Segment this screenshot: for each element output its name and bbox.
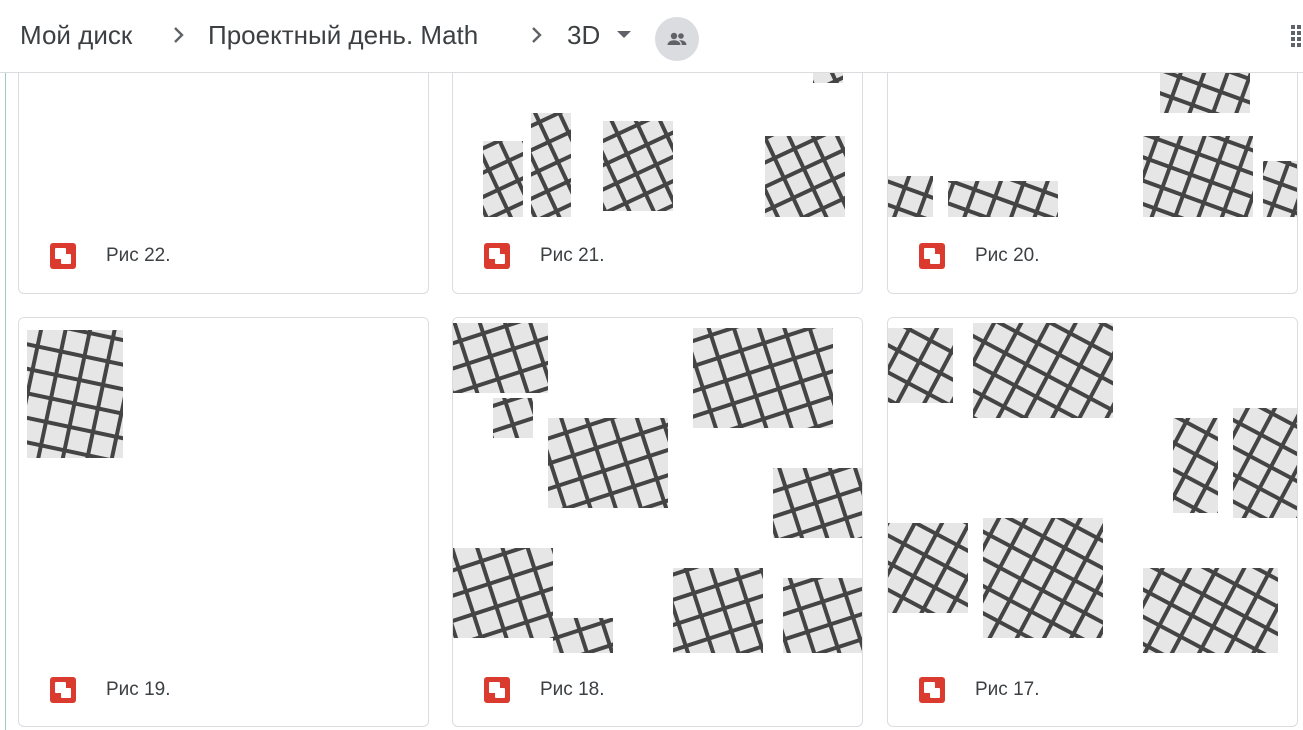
breadcrumb-item-project-day[interactable]: Проектный день. Math — [208, 18, 478, 52]
file-card[interactable]: Рис 18. — [452, 317, 863, 727]
breadcrumb: Мой диск Проектный день. Math 3D — [0, 0, 1303, 73]
file-thumbnail — [19, 318, 428, 653]
file-card[interactable]: Рис 19. — [18, 317, 429, 727]
image-file-icon — [484, 677, 510, 703]
image-file-icon — [919, 243, 945, 269]
cube-figures-image — [27, 330, 123, 458]
file-name: Рис 17. — [975, 679, 1040, 700]
file-card[interactable]: Рис 17. — [887, 317, 1298, 727]
file-thumbnail — [453, 318, 862, 653]
cube-figures-image — [888, 323, 1297, 653]
cube-figures-image — [453, 323, 862, 653]
grid-view-icon[interactable] — [1291, 25, 1303, 49]
chevron-right-icon — [174, 27, 184, 43]
scroll-edge-line — [5, 73, 6, 730]
breadcrumb-item-my-drive[interactable]: Мой диск — [20, 18, 132, 52]
breadcrumb-item-current-folder[interactable]: 3D — [567, 18, 600, 52]
file-name: Рис 22. — [106, 245, 171, 266]
file-card[interactable]: Рис 22. — [18, 40, 429, 294]
file-card[interactable]: Рис 21. — [452, 40, 863, 294]
image-file-icon — [50, 677, 76, 703]
file-name: Рис 18. — [540, 679, 605, 700]
shared-folder-button[interactable] — [655, 17, 699, 61]
file-card[interactable]: Рис 20. — [887, 40, 1298, 294]
file-thumbnail — [888, 318, 1297, 653]
arrow-drop-down-icon[interactable] — [617, 31, 631, 38]
image-file-icon — [919, 677, 945, 703]
image-file-icon — [484, 243, 510, 269]
file-name: Рис 19. — [106, 679, 171, 700]
chevron-right-icon — [532, 27, 542, 43]
image-file-icon — [50, 243, 76, 269]
file-name: Рис 20. — [975, 245, 1040, 266]
people-icon — [667, 32, 687, 45]
file-name: Рис 21. — [540, 245, 605, 266]
